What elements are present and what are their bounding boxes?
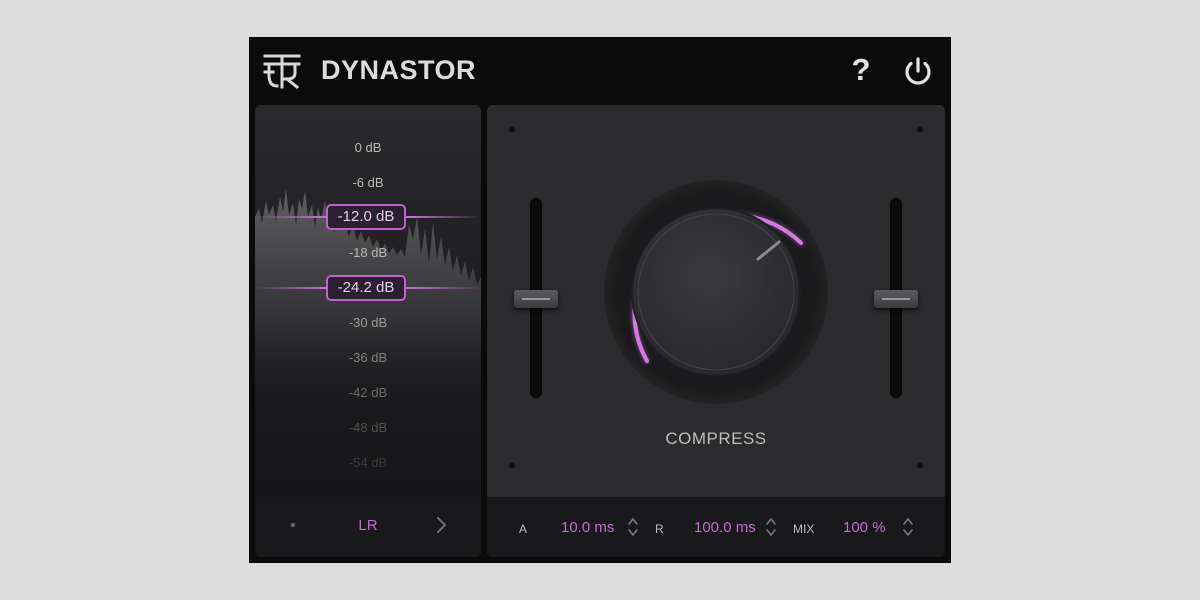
lower-threshold-handle[interactable]: -24.2 dB	[326, 275, 406, 301]
dot-icon	[291, 523, 295, 527]
meter-scale-label: -42 dB	[348, 385, 388, 400]
screw-icon	[509, 463, 515, 469]
release-value[interactable]: 100.0 ms	[694, 519, 756, 536]
compressor-panel: COMPRESS A 10.0 ms R 100.0 ms MIX 100 %	[487, 105, 945, 557]
compress-label: COMPRESS	[665, 429, 767, 448]
attack-stepper-icon[interactable]	[627, 516, 639, 538]
meter-scale-label: -30 dB	[348, 315, 388, 330]
screw-icon	[917, 463, 923, 469]
attack-value[interactable]: 10.0 ms	[561, 519, 614, 536]
meter-scale-label: -48 dB	[348, 420, 388, 435]
attack-label: A	[519, 522, 528, 536]
screw-icon	[509, 127, 515, 133]
help-button[interactable]: ?	[847, 53, 875, 87]
channel-selector[interactable]: LR	[345, 517, 391, 534]
meter-scale-label: 0 dB	[354, 140, 382, 155]
level-meter-panel: 0 dB -6 dB -12 dB -18 dB -24 dB -30 dB -…	[255, 105, 481, 557]
plugin-window: DYNASTOR ? 0 dB -6 dB -12 dB -18 dB -24 …	[249, 37, 951, 563]
meter-scale-label: -18 dB	[348, 245, 388, 260]
brand-logo-icon	[263, 54, 301, 89]
release-stepper-icon[interactable]	[765, 516, 777, 538]
upper-threshold-handle[interactable]: -12.0 dB	[326, 204, 406, 230]
mix-value[interactable]: 100 %	[843, 519, 886, 536]
app-title: DYNASTOR	[321, 55, 477, 85]
chevron-right-icon[interactable]	[435, 515, 449, 535]
meter-scale-label: -36 dB	[348, 350, 388, 365]
meter-scale-label: -54 dB	[348, 455, 388, 470]
compress-knob[interactable]	[603, 179, 829, 405]
input-gain-slider-handle[interactable]	[514, 290, 558, 308]
parameter-bar: A 10.0 ms R 100.0 ms MIX 100 %	[487, 497, 945, 557]
mix-stepper-icon[interactable]	[902, 516, 914, 538]
output-gain-slider-handle[interactable]	[874, 290, 918, 308]
screw-icon	[917, 127, 923, 133]
meter-footer: LR	[255, 497, 481, 557]
release-label: R	[655, 522, 664, 536]
mix-label: MIX	[793, 522, 815, 536]
meter-scale-label: -6 dB	[352, 175, 384, 190]
power-icon[interactable]	[901, 55, 935, 89]
